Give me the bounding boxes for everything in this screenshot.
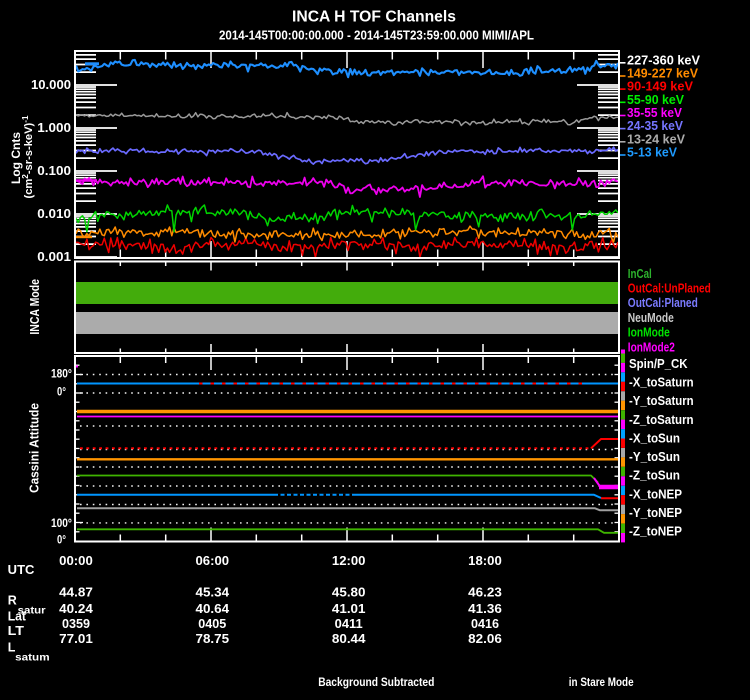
svg-text:in Stare Mode: in Stare Mode	[569, 677, 634, 689]
svg-text:IonMode2: IonMode2	[628, 339, 675, 354]
svg-text:UTC: UTC	[8, 563, 35, 577]
svg-text:45.80: 45.80	[332, 586, 366, 600]
svg-text:44.87: 44.87	[59, 586, 93, 600]
svg-text:-Z_toSaturn: -Z_toSaturn	[629, 412, 694, 427]
svg-text:0°: 0°	[57, 385, 66, 399]
svg-text:R: R	[8, 594, 17, 608]
svg-text:0411: 0411	[335, 617, 363, 631]
svg-text:-Z_toSun: -Z_toSun	[629, 468, 680, 483]
svg-text:100°: 100°	[51, 516, 72, 530]
svg-text:-X_toSaturn: -X_toSaturn	[629, 375, 694, 390]
svg-text:45.34: 45.34	[196, 586, 230, 600]
svg-text:12:00: 12:00	[332, 554, 366, 568]
svg-text:Cassini Attitude: Cassini Attitude	[27, 403, 42, 493]
svg-text:0.001: 0.001	[37, 250, 71, 264]
svg-text:1.000: 1.000	[37, 121, 71, 135]
svg-text:10.000: 10.000	[31, 78, 71, 92]
svg-text:40.24: 40.24	[59, 602, 93, 616]
svg-text:41.01: 41.01	[332, 602, 366, 616]
svg-text:OutCal:UnPlaned: OutCal:UnPlaned	[628, 281, 711, 296]
svg-text:IonMode: IonMode	[628, 325, 670, 340]
svg-text:180°: 180°	[51, 367, 72, 381]
svg-text:LT: LT	[8, 624, 25, 638]
svg-text:-X_toNEP: -X_toNEP	[629, 486, 682, 501]
svg-text:Background Subtracted: Background Subtracted	[318, 677, 434, 689]
svg-text:-Y_toSaturn: -Y_toSaturn	[629, 393, 694, 408]
svg-text:0416: 0416	[471, 617, 499, 631]
svg-text:-X_toSun: -X_toSun	[629, 431, 680, 446]
svg-text:77.01: 77.01	[59, 632, 93, 646]
svg-text:46.23: 46.23	[468, 586, 502, 600]
svg-text:5-13 keV: 5-13 keV	[627, 145, 677, 160]
svg-text:INCA H TOF Channels: INCA H TOF Channels	[292, 9, 456, 26]
svg-text:82.06: 82.06	[468, 632, 502, 646]
svg-text:Spin/P_CK: Spin/P_CK	[629, 356, 688, 371]
svg-text:00:00: 00:00	[59, 554, 93, 568]
svg-text:-Y_toNEP: -Y_toNEP	[629, 505, 682, 520]
svg-text:NeuMode: NeuMode	[628, 310, 674, 325]
svg-text:78.75: 78.75	[196, 632, 230, 646]
svg-text:0.100: 0.100	[37, 164, 71, 178]
svg-text:0°: 0°	[57, 533, 66, 547]
svg-text:41.36: 41.36	[468, 602, 502, 616]
svg-text:0.010: 0.010	[37, 207, 71, 221]
svg-text:satum: satum	[15, 652, 49, 664]
svg-text:-Z_toNEP: -Z_toNEP	[629, 524, 682, 539]
svg-text:-Y_toSun: -Y_toSun	[629, 449, 680, 464]
svg-text:0405: 0405	[198, 617, 226, 631]
svg-text:INCA Mode: INCA Mode	[28, 279, 42, 335]
svg-text:18:00: 18:00	[468, 554, 502, 568]
svg-text:06:00: 06:00	[196, 554, 230, 568]
svg-text:40.64: 40.64	[196, 602, 230, 616]
svg-text:2014-145T00:00:00.000 - 2014-1: 2014-145T00:00:00.000 - 2014-145T23:59:0…	[219, 29, 534, 43]
svg-text:80.44: 80.44	[332, 632, 366, 646]
svg-text:Lat: Lat	[8, 610, 27, 624]
svg-text:0359: 0359	[62, 617, 90, 631]
svg-text:(cm2-sr-s-keV)-1: (cm2-sr-s-keV)-1	[21, 115, 35, 199]
svg-text:OutCal:Planed: OutCal:Planed	[628, 295, 698, 310]
svg-text:InCal: InCal	[628, 266, 652, 281]
